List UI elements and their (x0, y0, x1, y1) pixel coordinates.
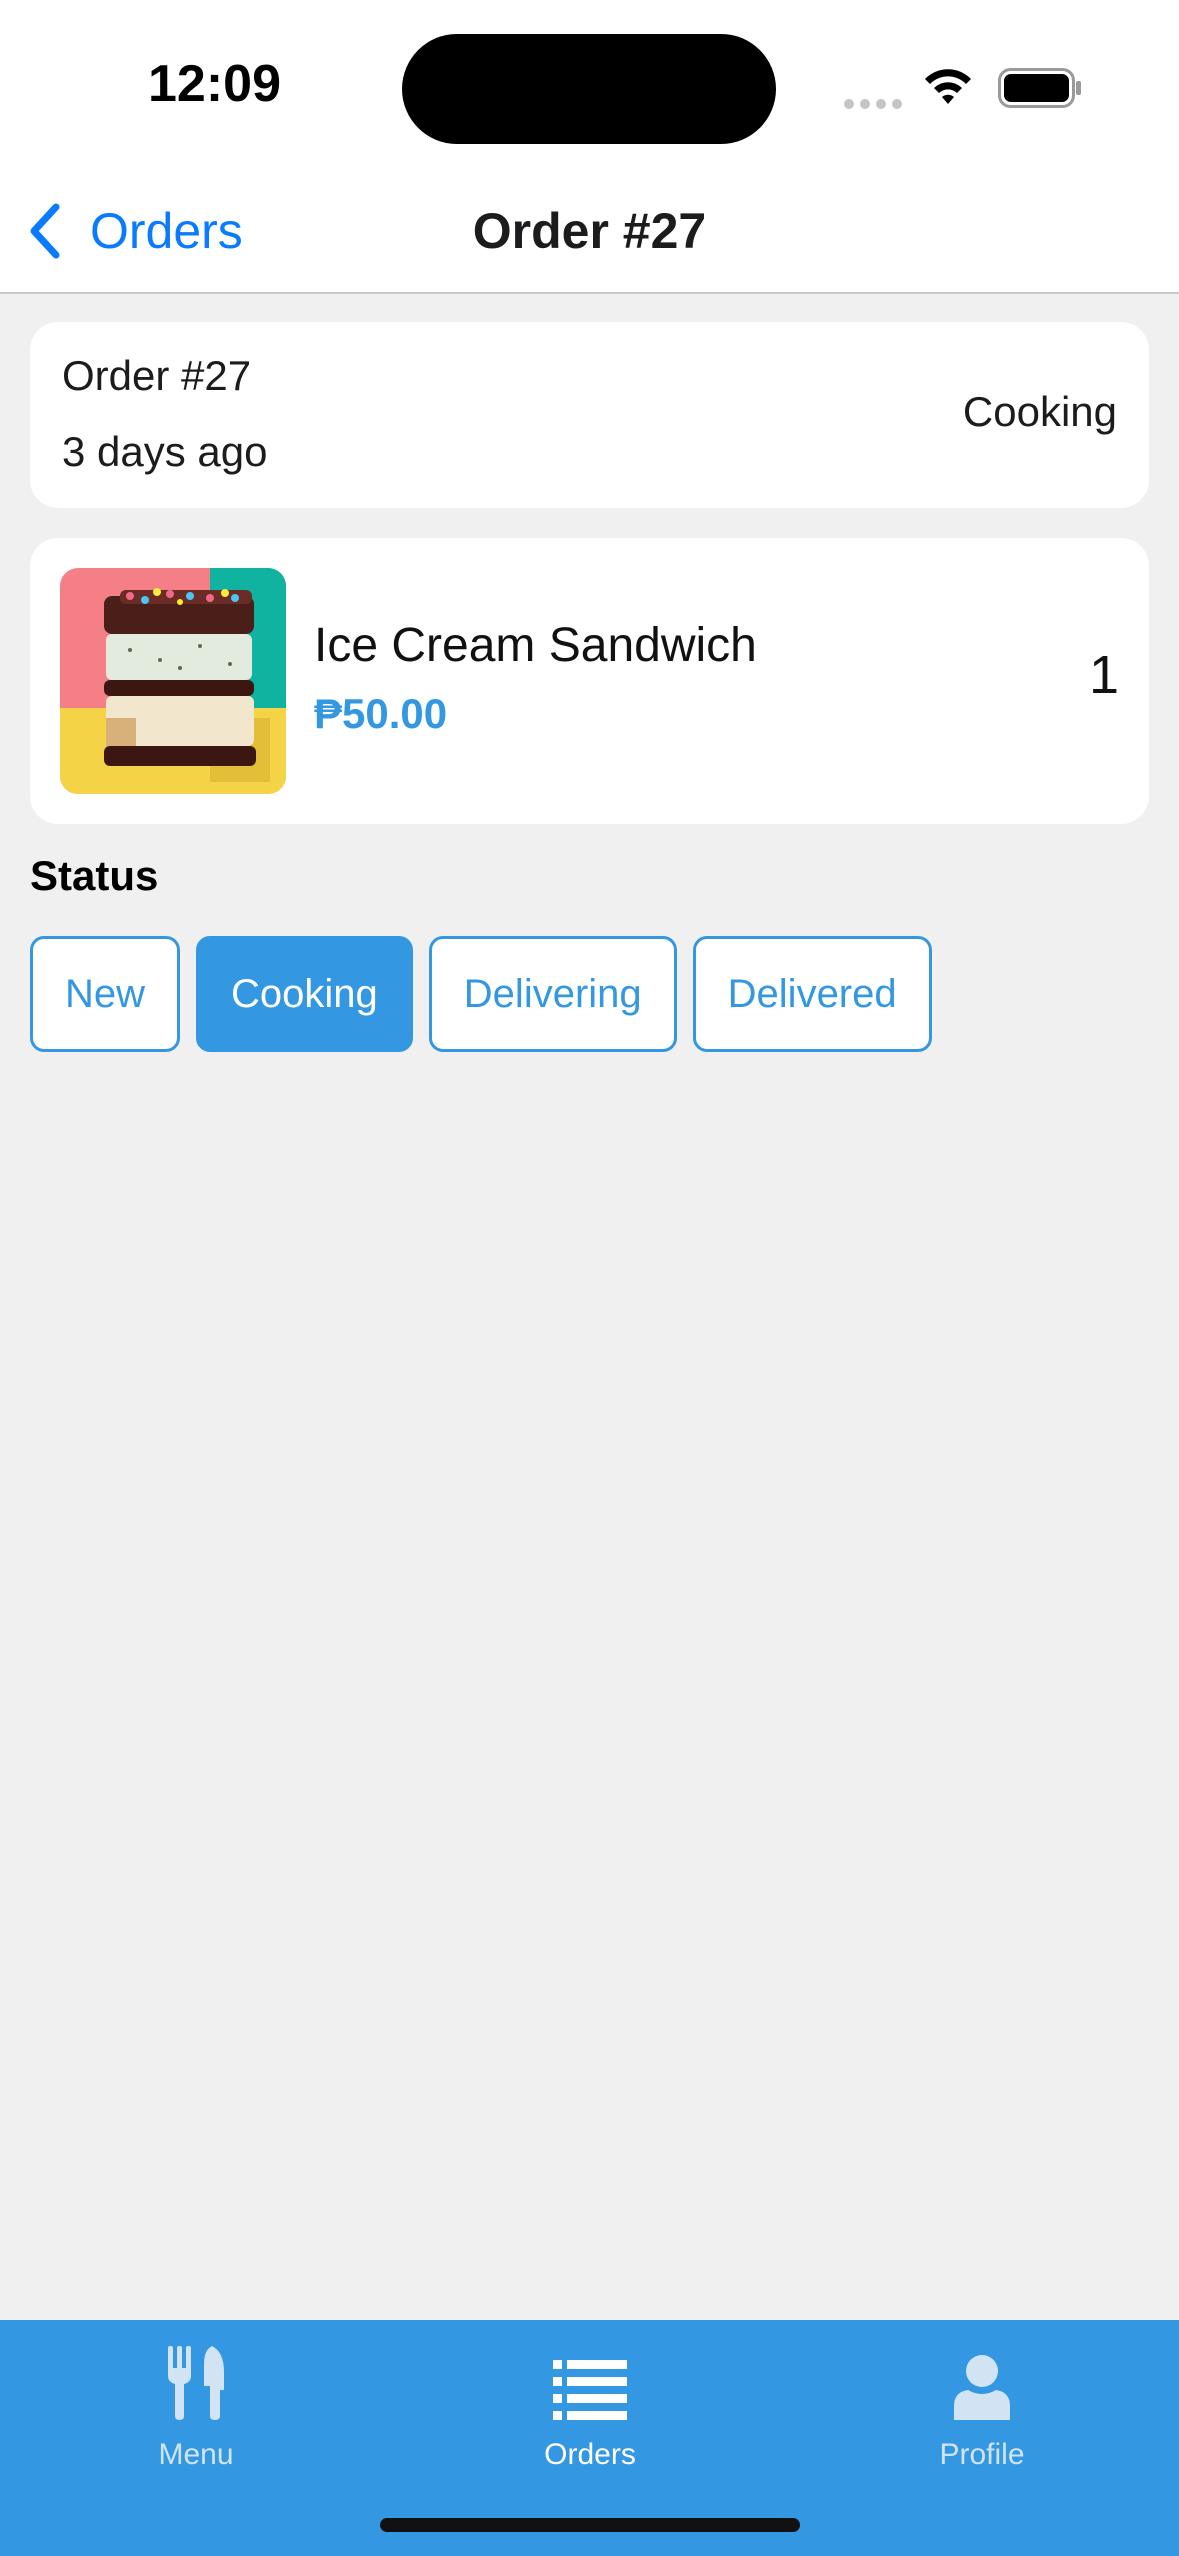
status-new-button[interactable]: New (30, 936, 181, 1052)
wifi-icon (925, 69, 971, 104)
tab-menu-label: Menu (158, 2438, 234, 2471)
list-icon (553, 2360, 627, 2420)
status-options: New Cooking Delivering Delivered (30, 936, 932, 1052)
item-quantity: 1 (1088, 645, 1119, 705)
tab-profile[interactable]: Profile (832, 2340, 1132, 2490)
status-bar: 12:09 (0, 0, 1179, 176)
status-cooking-button[interactable]: Cooking (196, 936, 413, 1052)
status-delivered-button[interactable]: Delivered (692, 936, 932, 1052)
item-name: Ice Cream Sandwich (314, 619, 757, 672)
order-status: Cooking (962, 388, 1117, 435)
page-title: Order #27 (472, 203, 707, 259)
clock: 12:09 (148, 55, 281, 113)
cellular-signal-icon (844, 96, 908, 114)
home-indicator (380, 2518, 800, 2532)
tab-profile-label: Profile (939, 2438, 1025, 2471)
tab-orders-label: Orders (544, 2438, 636, 2471)
person-icon (954, 2355, 1010, 2420)
item-price: ₱50.00 (314, 690, 448, 737)
navigation-bar: Orders Order #27 (0, 176, 1179, 294)
order-summary-card: Order #27 3 days ago Cooking (30, 322, 1149, 508)
order-time: 3 days ago (62, 428, 268, 475)
order-number: Order #27 (62, 352, 252, 399)
battery-icon (998, 68, 1081, 108)
ice-cream-sandwich-photo (60, 568, 286, 794)
dynamic-island (402, 34, 776, 144)
order-item-card: Ice Cream Sandwich ₱50.00 1 (30, 538, 1149, 824)
status-heading: Status (30, 852, 159, 899)
fork-knife-icon (168, 2346, 224, 2420)
tab-menu[interactable]: Menu (46, 2340, 346, 2490)
tab-orders[interactable]: Orders (440, 2340, 740, 2490)
status-delivering-button[interactable]: Delivering (428, 936, 677, 1052)
